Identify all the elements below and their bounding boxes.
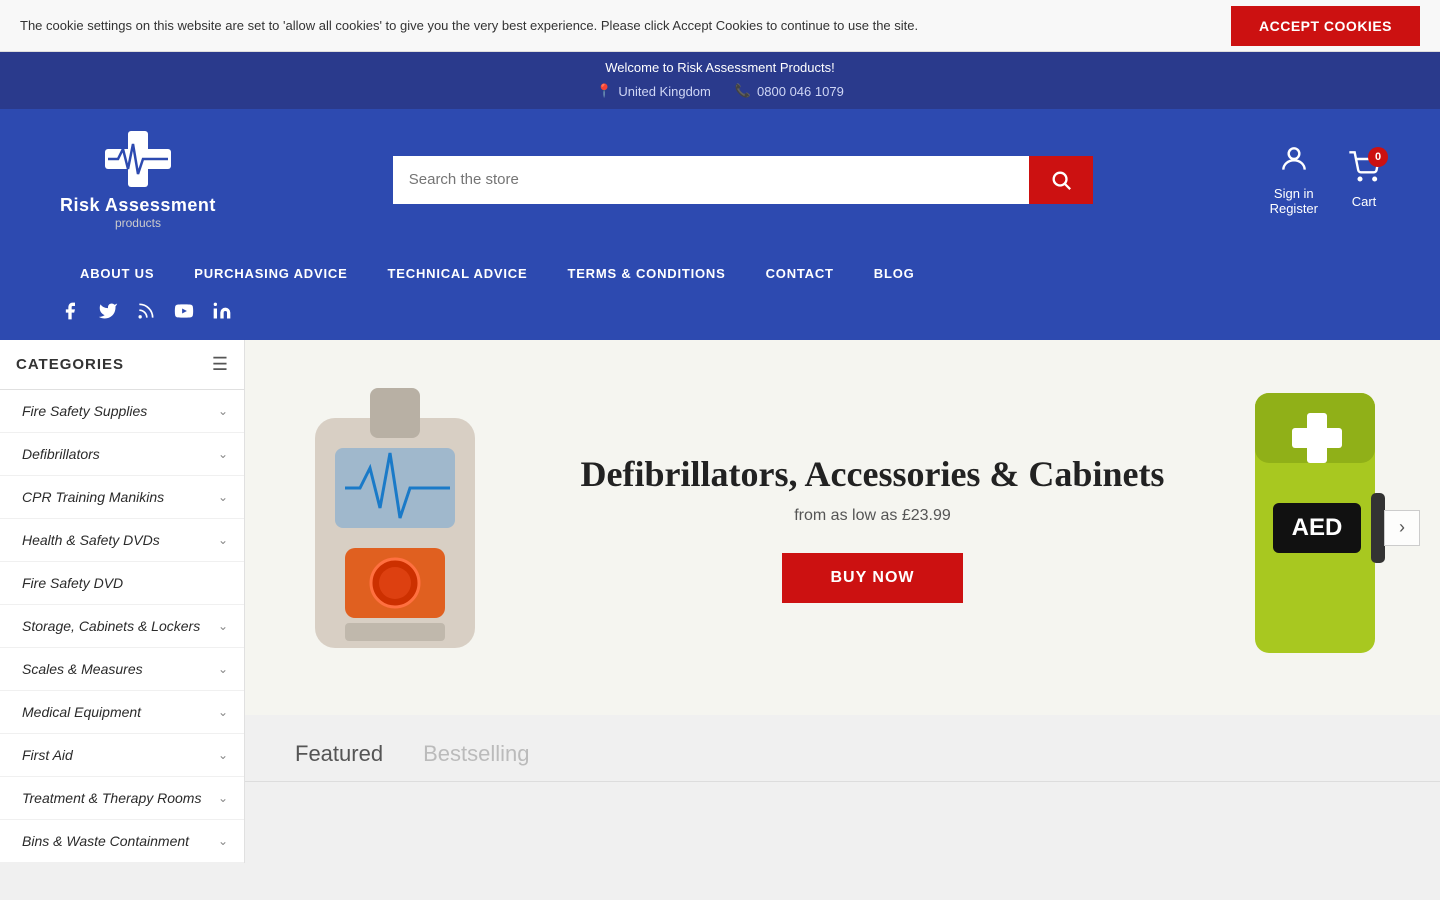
user-icon — [1278, 143, 1310, 182]
sidebar-item-fire-safety[interactable]: Fire Safety Supplies ⌄ — [0, 390, 244, 433]
chevron-down-icon: ⌄ — [218, 447, 228, 461]
content-area: Defibrillators, Accessories & Cabinets f… — [245, 340, 1440, 782]
sidebar-item-medical[interactable]: Medical Equipment ⌄ — [0, 691, 244, 734]
nav-contact[interactable]: CONTACT — [746, 250, 854, 297]
location-icon: 📍 — [596, 83, 612, 99]
country-info: 📍 United Kingdom — [596, 83, 711, 99]
phone-info: 📞 0800 046 1079 — [735, 83, 844, 99]
phone-label: 0800 046 1079 — [757, 84, 844, 99]
accept-cookies-button[interactable]: ACCEPT COOKIES — [1231, 6, 1420, 46]
cart-label: Cart — [1352, 194, 1377, 209]
country-label: United Kingdom — [618, 84, 711, 99]
site-header: Risk Assessment products Sign in Registe… — [0, 109, 1440, 250]
nav-about-us[interactable]: ABOUT US — [60, 250, 174, 297]
phone-icon: 📞 — [735, 83, 751, 99]
hero-inner: Defibrillators, Accessories & Cabinets f… — [245, 340, 1440, 715]
main-layout: CATEGORIES ☰ Fire Safety Supplies ⌄ Defi… — [0, 340, 1440, 863]
chevron-down-icon: ⌄ — [218, 834, 228, 848]
hero-center: Defibrillators, Accessories & Cabinets f… — [505, 453, 1240, 603]
sidebar-item-cpr[interactable]: CPR Training Manikins ⌄ — [0, 476, 244, 519]
tab-featured[interactable]: Featured — [275, 733, 403, 781]
sidebar-item-fire-dvd[interactable]: Fire Safety DVD — [0, 562, 244, 605]
sidebar-item-bins[interactable]: Bins & Waste Containment ⌄ — [0, 820, 244, 863]
header-right: Sign in Register 0 Cart — [1270, 143, 1380, 216]
cookie-banner: The cookie settings on this website are … — [0, 0, 1440, 52]
social-bar — [0, 297, 1440, 340]
chevron-down-icon: ⌄ — [218, 662, 228, 676]
hero-banner: Defibrillators, Accessories & Cabinets f… — [245, 340, 1440, 715]
chevron-down-icon: ⌄ — [218, 791, 228, 805]
hero-title: Defibrillators, Accessories & Cabinets — [535, 453, 1210, 495]
twitter-icon[interactable] — [98, 301, 118, 326]
hero-subtitle: from as low as £23.99 — [535, 507, 1210, 525]
nav-technical-advice[interactable]: TECHNICAL ADVICE — [368, 250, 548, 297]
sidebar-item-defibrillators[interactable]: Defibrillators ⌄ — [0, 433, 244, 476]
sidebar-label-storage: Storage, Cabinets & Lockers — [22, 618, 200, 634]
search-icon — [1050, 169, 1072, 191]
register-label: Register — [1270, 201, 1318, 216]
facebook-icon[interactable] — [60, 301, 80, 326]
youtube-icon[interactable] — [174, 301, 194, 326]
top-bar-sub: 📍 United Kingdom 📞 0800 046 1079 — [0, 79, 1440, 109]
sidebar-label-scales: Scales & Measures — [22, 661, 143, 677]
navigation-bar: ABOUT US PURCHASING ADVICE TECHNICAL ADV… — [0, 250, 1440, 297]
sidebar-label-bins: Bins & Waste Containment — [22, 833, 189, 849]
welcome-text: Welcome to Risk Assessment Products! — [605, 60, 835, 75]
chevron-down-icon: ⌄ — [218, 490, 228, 504]
search-button[interactable] — [1029, 156, 1093, 204]
sidebar-label-cpr: CPR Training Manikins — [22, 489, 164, 505]
sidebar-label-fire-safety: Fire Safety Supplies — [22, 403, 147, 419]
cart-badge: 0 — [1368, 147, 1388, 167]
nav-purchasing-advice[interactable]: PURCHASING ADVICE — [174, 250, 367, 297]
sidebar-label-defibrillators: Defibrillators — [22, 446, 100, 462]
hamburger-icon[interactable]: ☰ — [212, 354, 228, 375]
sidebar: CATEGORIES ☰ Fire Safety Supplies ⌄ Defi… — [0, 340, 245, 863]
aed-cabinet-illustration: AED — [1245, 383, 1395, 673]
chevron-down-icon: ⌄ — [218, 619, 228, 633]
cookie-message: The cookie settings on this website are … — [20, 18, 1231, 33]
sidebar-item-therapy[interactable]: Treatment & Therapy Rooms ⌄ — [0, 777, 244, 820]
chevron-down-icon: ⌄ — [218, 705, 228, 719]
sidebar-item-storage[interactable]: Storage, Cabinets & Lockers ⌄ — [0, 605, 244, 648]
sidebar-item-dvds[interactable]: Health & Safety DVDs ⌄ — [0, 519, 244, 562]
hero-product-left — [285, 368, 505, 688]
buy-now-button[interactable]: BUY NOW — [782, 553, 962, 603]
cart-icon-wrap: 0 — [1348, 151, 1380, 190]
logo-name: Risk Assessment — [60, 195, 216, 216]
categories-label: CATEGORIES — [16, 356, 124, 373]
chevron-down-icon: ⌄ — [218, 404, 228, 418]
logo-cross-icon — [103, 129, 173, 189]
cart-area[interactable]: 0 Cart — [1348, 151, 1380, 209]
hero-next-arrow[interactable]: › — [1384, 510, 1420, 546]
top-bar-welcome: Welcome to Risk Assessment Products! — [0, 52, 1440, 79]
sign-in-label: Sign in — [1274, 186, 1314, 201]
product-tabs: Featured Bestselling — [245, 715, 1440, 782]
hero-product-right: AED — [1240, 378, 1400, 678]
rss-icon[interactable] — [136, 301, 156, 326]
sidebar-label-first-aid: First Aid — [22, 747, 73, 763]
sign-in-area[interactable]: Sign in Register — [1270, 143, 1318, 216]
svg-text:AED: AED — [1292, 514, 1343, 541]
chevron-down-icon: ⌄ — [218, 748, 228, 762]
search-input[interactable] — [393, 156, 1029, 204]
sidebar-label-therapy: Treatment & Therapy Rooms — [22, 790, 201, 806]
linkedin-icon[interactable] — [212, 301, 232, 326]
tab-bestselling[interactable]: Bestselling — [403, 733, 549, 781]
sidebar-header: CATEGORIES ☰ — [0, 340, 244, 390]
sidebar-label-medical: Medical Equipment — [22, 704, 141, 720]
defib-device-illustration — [295, 378, 495, 678]
logo-sub: products — [115, 216, 161, 230]
sidebar-label-fire-dvd: Fire Safety DVD — [22, 575, 123, 591]
search-area — [393, 156, 1093, 204]
sidebar-label-dvds: Health & Safety DVDs — [22, 532, 160, 548]
sidebar-item-first-aid[interactable]: First Aid ⌄ — [0, 734, 244, 777]
nav-blog[interactable]: BLOG — [854, 250, 935, 297]
sidebar-item-scales[interactable]: Scales & Measures ⌄ — [0, 648, 244, 691]
logo[interactable]: Risk Assessment products — [60, 129, 216, 230]
chevron-down-icon: ⌄ — [218, 533, 228, 547]
nav-terms-conditions[interactable]: TERMS & CONDITIONS — [547, 250, 745, 297]
